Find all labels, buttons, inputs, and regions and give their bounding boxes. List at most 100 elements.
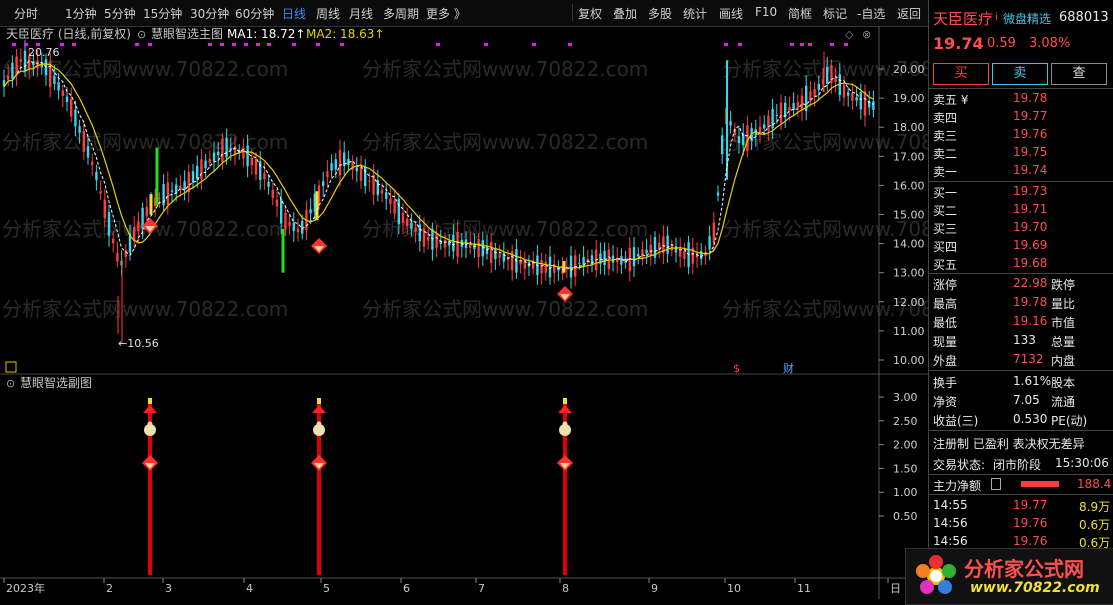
candle-body (418, 224, 421, 242)
event-marker-finance[interactable]: 财 (783, 361, 794, 375)
candle-body (212, 152, 216, 162)
mark-button[interactable]: 标记 (823, 5, 847, 22)
sell-level-row: 卖三 19.76 (929, 126, 1113, 145)
signal-dot (790, 43, 794, 46)
sub-indicator-name[interactable]: 慧眼智选副图 (20, 375, 92, 390)
signal-dot (60, 43, 64, 46)
up-arrow-icon (558, 405, 572, 413)
candle-body (217, 151, 220, 156)
chevron-down-icon[interactable]: ⊙ (137, 28, 146, 41)
candle-body (834, 77, 837, 82)
tick-row: 14:55 19.77 8.9万 (929, 497, 1113, 516)
close-icon[interactable]: ⊗ (862, 28, 871, 41)
period-tab-60min[interactable]: 60分钟 (235, 5, 274, 22)
sell-button[interactable]: 卖 (992, 63, 1048, 85)
stat-value: 133 (1013, 333, 1036, 347)
period-tab-more[interactable]: 更多 》 (426, 5, 466, 22)
buy-button[interactable]: 买 (933, 63, 989, 85)
candle-body (296, 228, 300, 233)
back-button[interactable]: 返回 (897, 5, 921, 22)
stats-button[interactable]: 统计 (683, 5, 707, 22)
checkbox-icon[interactable] (991, 478, 1001, 490)
f10-button[interactable]: F10 (755, 5, 777, 19)
tick-time: 14:56 (933, 534, 968, 548)
stock-notes: 注册制 已盈利 表决权无差异 (929, 434, 1113, 453)
candle-body (637, 254, 640, 257)
overlay-button[interactable]: 叠加 (613, 5, 637, 22)
stat-label: 外盘 (933, 354, 958, 368)
multi-stock-button[interactable]: 多股 (648, 5, 672, 22)
candle-body (498, 254, 501, 258)
stock-name[interactable]: 天臣医疗 (933, 8, 993, 29)
fuquan-button[interactable]: 复权 (578, 5, 602, 22)
stock-tag[interactable]: 微盘精选 (1003, 10, 1051, 27)
net-bar (1021, 481, 1059, 487)
signal-candle (149, 194, 153, 215)
candle-body (872, 101, 875, 110)
diamond-icon[interactable]: ◇ (845, 28, 854, 41)
candle-body (443, 240, 447, 248)
candle-body (280, 199, 283, 224)
sub-chevron-icon[interactable]: ⊙ (6, 377, 15, 390)
signal-dot (830, 43, 834, 46)
candle-body (355, 167, 358, 172)
candle-body (427, 236, 430, 241)
divider (929, 430, 1113, 431)
y-tick-label: 12.00 (893, 296, 925, 309)
sub-y-tick-label: 2.50 (893, 415, 918, 428)
y-tick-label: 13.00 (893, 267, 925, 280)
buy-level-row: 买一 19.73 (929, 183, 1113, 202)
period-tab-5min[interactable]: 5分钟 (104, 5, 136, 22)
up-arrow-icon (312, 405, 326, 413)
high-price-marker: 20.76 (28, 46, 60, 59)
low-price-marker: ←10.56 (118, 337, 159, 350)
simple-frame-button[interactable]: 简框 (788, 5, 812, 22)
candle-body (359, 166, 363, 181)
chart-area[interactable]: 分析家公式网www.70822.com 分析家公式网www.70822.com 分析… (0, 26, 928, 599)
candle-body (263, 173, 266, 180)
stat-label-2: 市值 (1051, 316, 1076, 330)
period-tab-15min[interactable]: 15分钟 (143, 5, 182, 22)
candle-body (649, 244, 652, 256)
main-indicator-name[interactable]: 慧眼智选主图 (151, 26, 223, 41)
candle-body (779, 102, 783, 123)
period-tab-fenshi[interactable]: 分时 (14, 5, 38, 22)
panel-toggle-icon[interactable] (5, 361, 17, 373)
stat-label: 最低 (933, 316, 958, 330)
event-marker-dollar[interactable]: $ (733, 362, 740, 375)
sub-y-tick-label: 1.00 (893, 486, 918, 499)
candle-body (385, 192, 388, 199)
draw-line-button[interactable]: 画线 (719, 5, 743, 22)
x-tick-label: 8 (562, 582, 569, 595)
buy-level-row: 买三 19.70 (929, 219, 1113, 238)
query-button[interactable]: 查 (1051, 63, 1107, 85)
sell-level-label: 卖五 ¥ (933, 93, 969, 107)
current-price: 19.74 (933, 34, 984, 53)
watermark-text: 分析家公式网www.70822.com (362, 297, 648, 321)
period-tab-30min[interactable]: 30分钟 (190, 5, 229, 22)
signal-dots (12, 43, 848, 46)
period-tab-daily[interactable]: 日线 (282, 5, 306, 22)
kline-chart[interactable]: 分析家公式网www.70822.com 分析家公式网www.70822.com 分析… (0, 26, 928, 599)
stat2-label-2: 流通 (1051, 395, 1076, 409)
self-select-button[interactable]: -自选 (857, 5, 885, 22)
buy-level-label: 买四 (933, 240, 958, 254)
candle-body (842, 85, 846, 98)
stock-code: 688013 (1059, 10, 1109, 25)
stat-label-2: 量比 (1051, 297, 1076, 311)
period-tab-multi[interactable]: 多周期 (383, 5, 419, 22)
stat2-value: 1.61% (1013, 374, 1052, 388)
candle-body (607, 249, 610, 270)
notes-text: 注册制 已盈利 表决权无差异 (933, 437, 1085, 451)
candle-body (288, 222, 291, 226)
sub-y-tick-label: 2.00 (893, 439, 918, 452)
x-tick-label: 4 (246, 582, 253, 595)
price-change: 0.59 (987, 36, 1016, 51)
signal-candle (281, 229, 285, 273)
period-tab-weekly[interactable]: 周线 (316, 5, 340, 22)
candle-body (112, 238, 115, 244)
signal-dot (220, 43, 224, 46)
period-tab-monthly[interactable]: 月线 (349, 5, 373, 22)
info-icon[interactable]: i (995, 12, 998, 23)
period-tab-1min[interactable]: 1分钟 (65, 5, 97, 22)
